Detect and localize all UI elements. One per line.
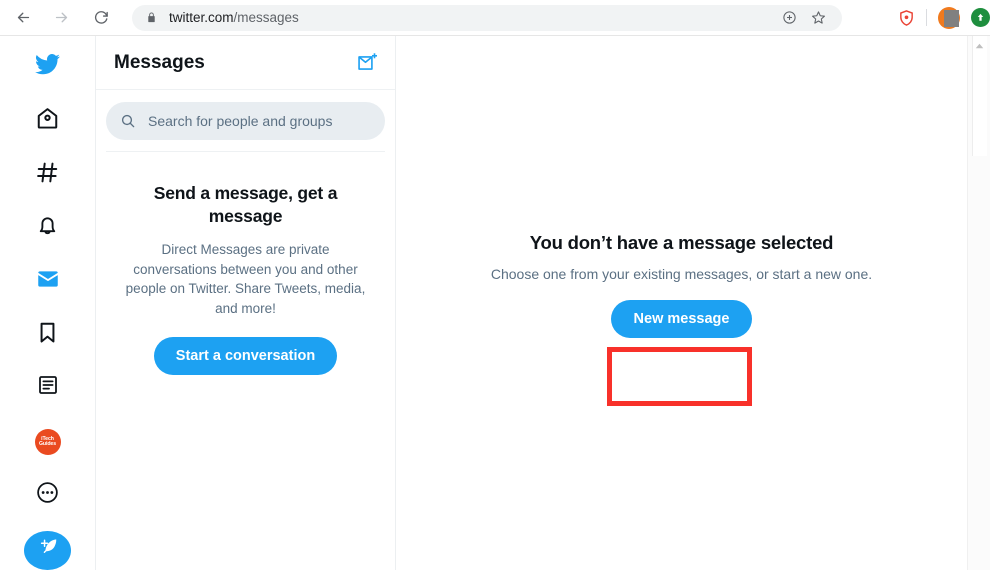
sidebar-item-messages[interactable] — [24, 261, 72, 301]
messages-panel: Messages Send — [96, 36, 396, 570]
more-ellipsis-icon — [35, 480, 60, 510]
twitter-logo-icon — [34, 51, 61, 83]
compose-tweet-icon — [36, 536, 60, 565]
new-message-button-wrap: New message — [396, 300, 967, 338]
back-button[interactable] — [8, 3, 38, 33]
search-icon — [120, 113, 136, 129]
page-scrollbar[interactable] — [967, 36, 990, 570]
install-app-icon[interactable] — [782, 10, 797, 25]
twitter-sidebar-nav: iTech Guides — [0, 36, 96, 570]
url-text: twitter.com/messages — [169, 10, 782, 25]
messages-panel-header: Messages — [96, 36, 395, 90]
sidebar-item-lists[interactable] — [24, 368, 72, 408]
notifications-bell-icon — [35, 213, 60, 243]
profile-avatar-icon[interactable] — [938, 6, 960, 29]
conversation-empty-state: You don’t have a message selected Choose… — [396, 232, 967, 338]
star-icon[interactable] — [811, 10, 826, 25]
avatar-line-2: Guides — [39, 441, 56, 448]
lists-icon — [36, 373, 60, 402]
sidebar-item-notifications[interactable] — [24, 208, 72, 248]
search-pill[interactable] — [106, 102, 385, 140]
messages-empty-heading: Send a message, get a message — [153, 183, 338, 227]
url-domain: twitter.com — [169, 10, 234, 25]
conversation-pane: You don’t have a message selected Choose… — [396, 36, 967, 570]
no-message-selected-heading: You don’t have a message selected — [529, 232, 834, 253]
messages-envelope-icon — [35, 266, 61, 297]
sidebar-item-explore[interactable] — [24, 155, 72, 195]
new-message-button[interactable]: New message — [610, 300, 753, 338]
sidebar-item-profile[interactable]: iTech Guides — [24, 422, 72, 462]
page-title: Messages — [114, 51, 205, 73]
sidebar-item-home[interactable] — [24, 101, 72, 141]
messages-empty-state: Send a message, get a message Direct Mes… — [96, 152, 395, 376]
scrollbar-thumb[interactable] — [972, 36, 987, 156]
search-input[interactable] — [148, 113, 371, 129]
sidebar-item-twitter-logo[interactable] — [24, 47, 72, 87]
adblock-shield-icon[interactable] — [898, 9, 915, 27]
page-content: iTech Guides Messages Search for people … — [0, 36, 990, 570]
search-container — [96, 90, 395, 152]
url-path: /messages — [233, 10, 299, 25]
address-bar[interactable]: twitter.com/messages — [132, 4, 842, 31]
extensions-area — [898, 6, 990, 29]
start-a-conversation-button[interactable]: Start a conversation — [153, 337, 338, 376]
green-circle-extension-icon[interactable] — [971, 8, 990, 27]
new-message-envelope-plus-icon[interactable] — [356, 51, 379, 74]
explore-hashtag-icon — [35, 160, 60, 190]
bookmarks-icon — [35, 320, 60, 350]
forward-button[interactable] — [46, 3, 76, 33]
compose-tweet-button[interactable] — [24, 530, 71, 570]
scroll-up-arrow-icon[interactable] — [974, 42, 985, 50]
sidebar-item-more[interactable] — [24, 475, 72, 515]
home-icon — [35, 106, 60, 136]
profile-avatar: iTech Guides — [34, 429, 61, 456]
browser-toolbar: twitter.com/messages — [0, 0, 990, 36]
sidebar-item-bookmarks[interactable] — [24, 314, 72, 354]
no-message-selected-subtext: Choose one from your existing messages, … — [490, 266, 873, 282]
padlock-icon — [146, 11, 157, 24]
messages-empty-body: Direct Messages are private conversation… — [125, 242, 366, 316]
reload-button[interactable] — [86, 3, 116, 33]
toolbar-divider — [926, 9, 927, 26]
